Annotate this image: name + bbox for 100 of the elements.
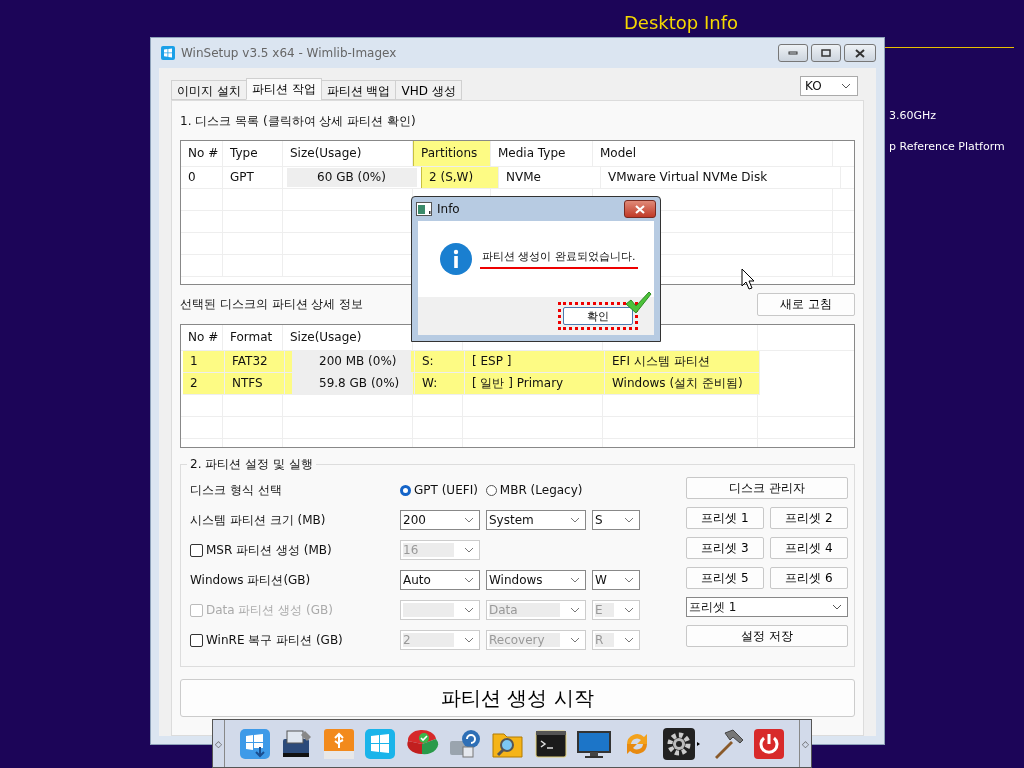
desktop-info-text: 3.60GHz xyxy=(889,109,937,122)
chevron-down-icon xyxy=(624,577,634,583)
tab[interactable]: 파티션 작업 xyxy=(245,78,322,100)
table-cell: FAT32 xyxy=(232,354,268,368)
chevron-down-icon xyxy=(841,83,851,89)
chevron-down-icon xyxy=(624,637,634,643)
chevron-down-icon xyxy=(624,517,634,523)
column-header[interactable]: No # xyxy=(188,330,219,344)
window-icon xyxy=(416,202,432,216)
preset-button[interactable]: 프리셋 4 xyxy=(770,537,848,559)
dropdown[interactable]: System xyxy=(486,510,586,530)
power-icon[interactable] xyxy=(752,726,786,761)
table-row[interactable]: 1 FAT32 200 MB (0%) S: [ ESP ] EFI 시스템 파티션 xyxy=(183,351,760,373)
preset-dropdown[interactable]: 프리셋 1 xyxy=(686,597,848,617)
column-header[interactable]: Model xyxy=(593,141,833,166)
close-button[interactable] xyxy=(624,200,656,218)
ok-button[interactable]: 확인 xyxy=(563,307,633,325)
table-cell: EFI 시스템 파티션 xyxy=(612,354,710,368)
close-icon xyxy=(634,204,646,214)
radio-button[interactable] xyxy=(485,484,497,496)
desktop-info-title: Desktop Info xyxy=(624,12,739,33)
chevron-down-icon xyxy=(464,547,474,553)
tab[interactable]: 파티션 백업 xyxy=(320,80,397,100)
table-cell: GPT xyxy=(223,167,283,188)
checkmark-icon xyxy=(624,291,652,315)
maximize-icon xyxy=(821,49,831,57)
column-header[interactable]: Format xyxy=(230,330,273,344)
table-cell: W: xyxy=(422,376,438,390)
tab[interactable]: 이미지 설치 xyxy=(171,80,247,100)
gear-icon[interactable] xyxy=(662,726,702,761)
table-cell: [ ESP ] xyxy=(472,354,512,368)
table-cell: Windows (설치 준비됨) xyxy=(612,376,743,390)
table-cell: 200 MB (0%) xyxy=(292,351,411,372)
table-cell: 60 GB (0%) xyxy=(287,168,417,187)
language-dropdown[interactable]: KO xyxy=(800,76,858,96)
chevron-down-icon xyxy=(464,607,474,613)
minimize-button[interactable] xyxy=(778,44,808,62)
radio-button[interactable] xyxy=(400,484,411,496)
close-icon xyxy=(855,48,865,58)
field-label: 디스크 형식 선택 xyxy=(190,481,283,499)
table-cell: 59.8 GB (0%) xyxy=(292,373,414,394)
dropdown[interactable]: 200 xyxy=(400,510,480,530)
start-button[interactable]: 파티션 생성 시작 xyxy=(180,679,855,717)
windows-logo-icon xyxy=(161,46,175,60)
column-header[interactable]: Size(Usage) xyxy=(290,330,362,344)
table-cell: 2 xyxy=(190,376,198,390)
chevron-down-icon xyxy=(570,637,580,643)
table-cell: 1 xyxy=(190,354,198,368)
radio-option[interactable]: GPT (UEFI) xyxy=(400,483,478,497)
maximize-button[interactable] xyxy=(811,44,841,62)
dropdown[interactable]: W xyxy=(592,570,640,590)
table-cell: 2 (S,W) xyxy=(421,167,499,188)
preset-button[interactable]: 프리셋 3 xyxy=(686,537,764,559)
preset-button[interactable]: 프리셋 1 xyxy=(686,507,764,529)
table-cell: NVMe xyxy=(499,167,601,188)
dropdown[interactable]: Auto xyxy=(400,570,480,590)
chevron-down-icon xyxy=(832,604,842,610)
chevron-down-icon xyxy=(570,577,580,583)
column-header[interactable]: Media Type xyxy=(491,141,593,166)
minimize-icon xyxy=(788,51,798,55)
chevron-down-icon xyxy=(464,577,474,583)
chevron-down-icon xyxy=(624,607,634,613)
section-title: 1. 디스크 목록 (클릭하여 상세 파티션 확인) xyxy=(180,113,417,130)
column-header[interactable]: Type xyxy=(223,141,283,166)
chevron-down-icon xyxy=(570,517,580,523)
save-settings-button[interactable]: 설정 저장 xyxy=(686,625,848,647)
grip-handle[interactable]: ◇ xyxy=(800,738,811,749)
chevron-down-icon xyxy=(464,637,474,643)
windows-download-icon[interactable] xyxy=(238,726,272,761)
checkbox-label: MSR 파티션 생성 (MB) xyxy=(206,541,332,559)
radio-option[interactable]: MBR (Legacy) xyxy=(485,483,583,497)
checkbox-label: WinRE 복구 파티션 (GB) xyxy=(206,631,343,649)
table-cell: 0 xyxy=(181,167,223,188)
field-label: Windows 파티션(GB) xyxy=(190,571,311,589)
tab[interactable]: VHD 생성 xyxy=(395,80,462,100)
preset-button[interactable]: 프리셋 5 xyxy=(686,567,764,589)
desktop-info-text: p Reference Platform xyxy=(889,140,1005,153)
field-label: 시스템 파티션 크기 (MB) xyxy=(190,511,326,529)
info-icon xyxy=(440,243,472,275)
table-cell: [ 일반 ] Primary xyxy=(472,376,564,390)
preset-button[interactable]: 프리셋 2 xyxy=(770,507,848,529)
dialog-title: Info xyxy=(437,202,461,216)
dropdown[interactable]: Windows xyxy=(486,570,586,590)
close-button[interactable] xyxy=(844,44,876,62)
dropdown[interactable]: S xyxy=(592,510,640,530)
section-title: 선택된 디스크의 파티션 상세 정보 xyxy=(180,296,364,313)
checkbox[interactable] xyxy=(190,633,203,647)
refresh-button[interactable]: 새로 고침 xyxy=(757,293,855,316)
grip-handle[interactable]: ◇ xyxy=(213,738,224,749)
column-header[interactable]: Partitions xyxy=(413,141,491,166)
preset-button[interactable]: 프리셋 6 xyxy=(770,567,848,589)
chevron-down-icon xyxy=(570,607,580,613)
disk-manager-button[interactable]: 디스크 관리자 xyxy=(686,477,848,499)
checkbox-label: Data 파티션 생성 (GB) xyxy=(206,601,333,619)
table-cell: VMware Virtual NVMe Disk xyxy=(601,167,841,188)
chevron-down-icon xyxy=(464,517,474,523)
table-row[interactable]: 2 NTFS 59.8 GB (0%) W: [ 일반 ] Primary Windows (설치 준비됨) xyxy=(183,373,760,395)
window-title: WinSetup v3.5 x64 - Wimlib-Imagex xyxy=(181,46,398,60)
column-header[interactable]: No # xyxy=(181,141,223,166)
checkbox[interactable] xyxy=(190,543,203,557)
